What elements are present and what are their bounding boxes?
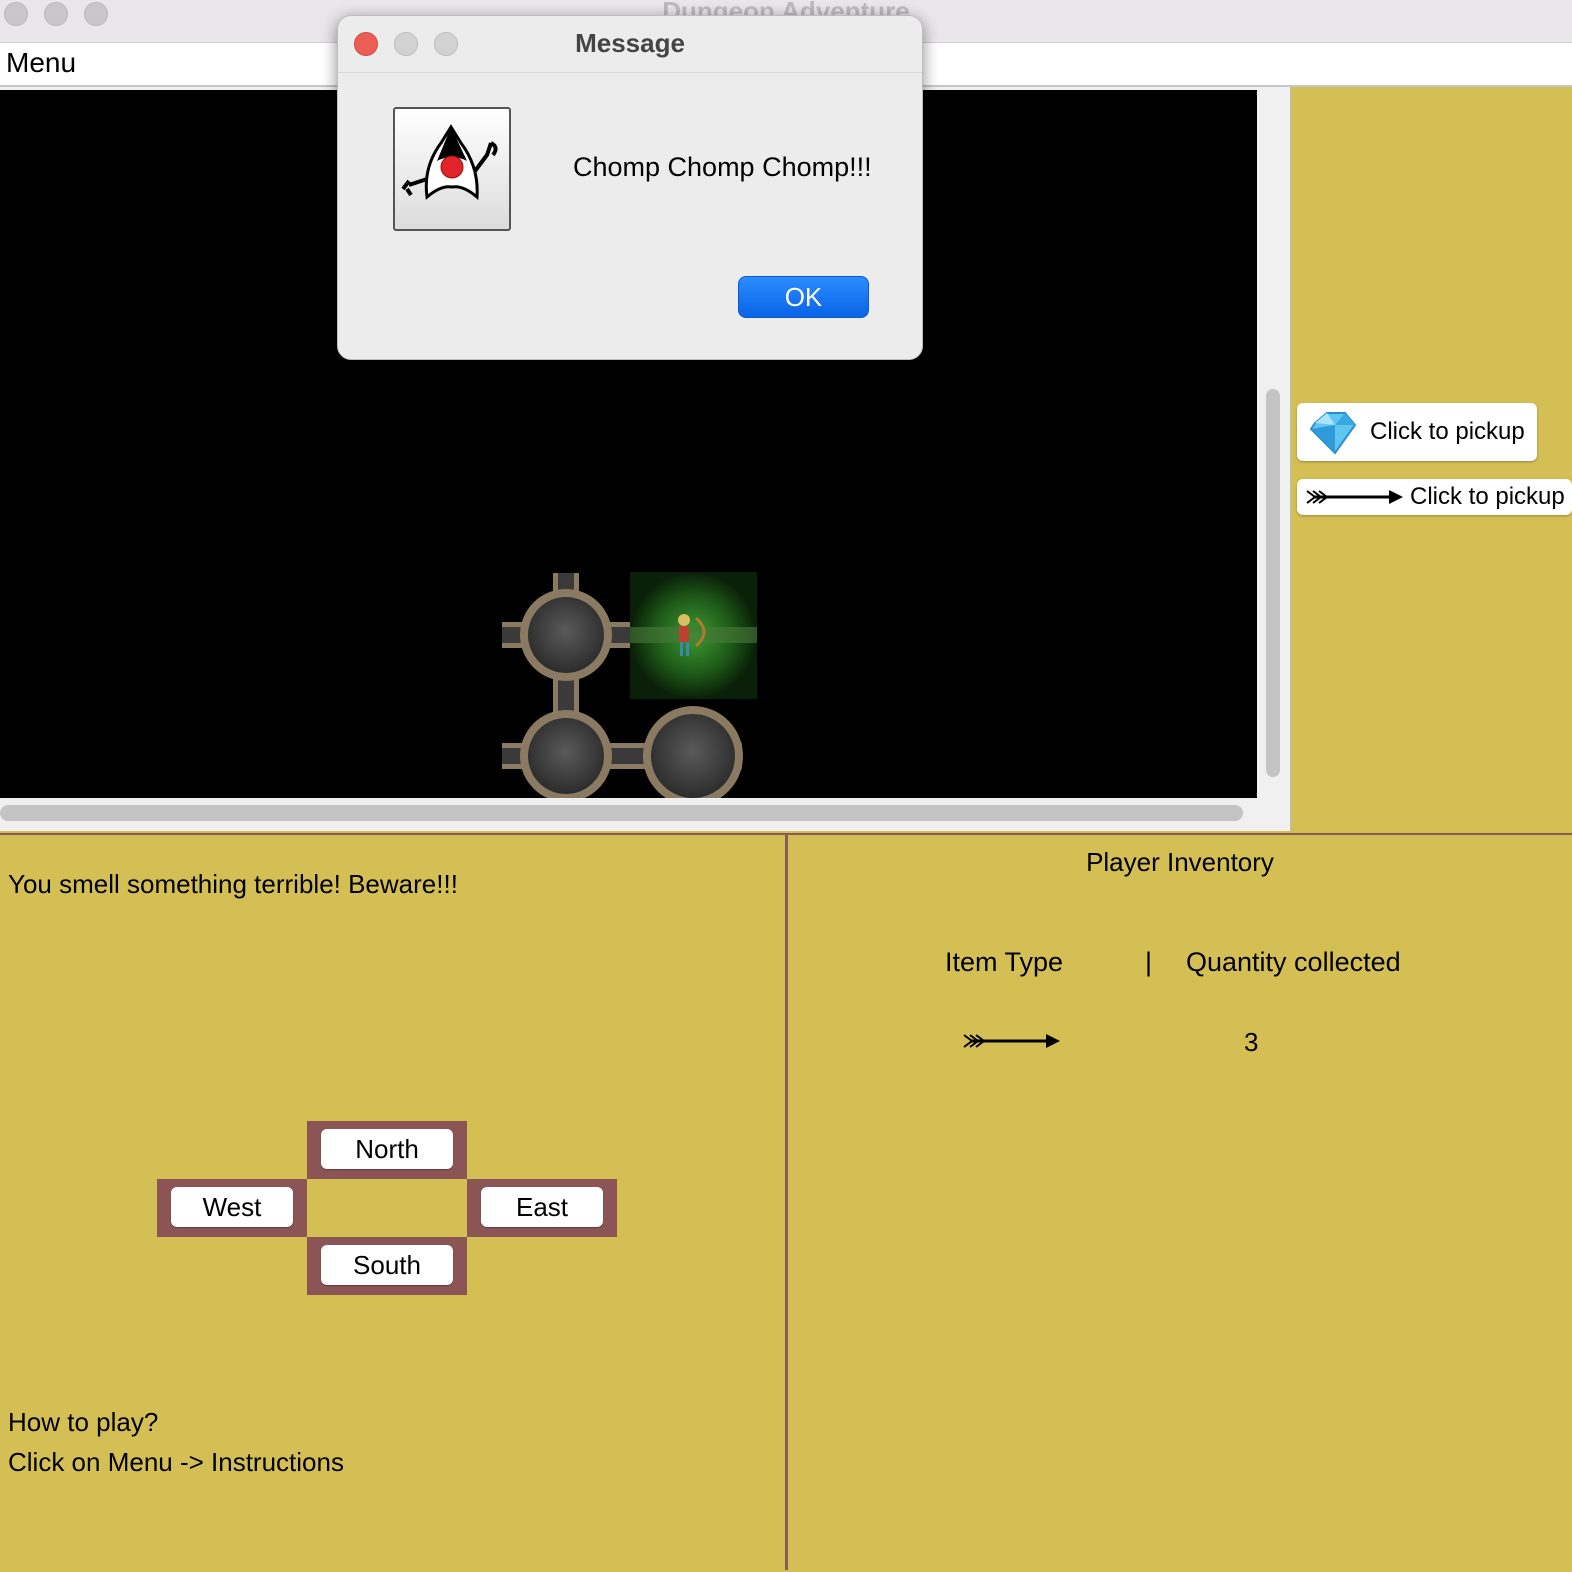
dialog-title-bar: Message (338, 16, 922, 73)
dialog-title: Message (575, 28, 685, 58)
help-heading: How to play? (8, 1407, 159, 1437)
inventory-title: Player Inventory (1086, 847, 1274, 877)
current-room (630, 572, 757, 699)
help-instructions: Click on Menu -> Instructions (8, 1447, 344, 1477)
diamond-icon (1309, 412, 1357, 455)
north-button[interactable]: North (321, 1129, 453, 1169)
pickup-arrow-button[interactable]: Click to pickup (1297, 479, 1572, 515)
inventory-panel: Player Inventory Item Type | Quantity co… (788, 833, 1572, 1572)
pickup-diamond-label: Click to pickup (1370, 418, 1525, 445)
ok-button[interactable]: OK (738, 276, 869, 318)
north-cell: North (307, 1121, 467, 1179)
east-button[interactable]: East (481, 1187, 603, 1227)
arrow-icon (1306, 490, 1403, 504)
south-cell: South (307, 1237, 467, 1295)
south-button[interactable]: South (321, 1245, 453, 1285)
message-dialog: Message Chomp Chomp Chomp!!! OK (337, 15, 923, 360)
pickup-arrow-label: Click to pickup (1410, 483, 1565, 510)
horizontal-scrollbar[interactable] (0, 805, 1243, 821)
pickup-panel: Click to pickup Click to pickup (1291, 87, 1572, 831)
pickup-diamond-button[interactable]: Click to pickup (1297, 403, 1537, 461)
status-message: You smell something terrible! Beware!!! (8, 869, 458, 899)
inventory-header-quantity: Quantity collected (1186, 947, 1401, 977)
dialog-message: Chomp Chomp Chomp!!! (573, 152, 872, 182)
east-cell: East (467, 1179, 617, 1237)
vertical-scrollbar[interactable] (1266, 389, 1280, 777)
west-button[interactable]: West (171, 1187, 293, 1227)
menu-item-menu[interactable]: Menu (6, 47, 76, 79)
room-bottom-left (520, 710, 612, 798)
status-panel: You smell something terrible! Beware!!! … (0, 833, 785, 1572)
room-bottom-right (643, 706, 743, 798)
arrow-icon (963, 1034, 1060, 1048)
java-duke-icon (393, 107, 511, 231)
inventory-header-item-type: Item Type (945, 947, 1064, 977)
room-top-left (520, 589, 612, 681)
west-cell: West (157, 1179, 307, 1237)
inventory-header-separator: | (1145, 947, 1153, 977)
inventory-arrow-quantity: 3 (1244, 1027, 1259, 1057)
